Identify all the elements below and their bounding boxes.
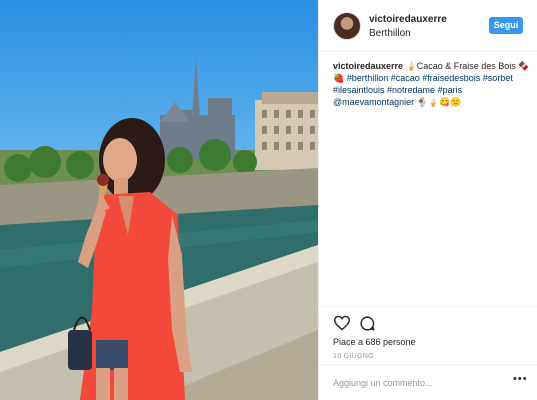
post-header: victoiredauxerre Berthillon Segui	[319, 0, 537, 52]
shoulder-bag	[68, 330, 92, 370]
post-details-panel: victoiredauxerre Berthillon Segui victoi…	[318, 0, 537, 400]
caption-mention-link[interactable]: @maevamontagnier	[333, 97, 414, 107]
caption-hashtags[interactable]: #berthillon #cacao #fraisedesbois #sorbe…	[333, 73, 513, 95]
comment-input[interactable]	[333, 375, 493, 391]
comment-icon[interactable]	[359, 315, 376, 332]
location-link[interactable]: Berthillon	[369, 28, 411, 39]
post-photo[interactable]	[0, 0, 318, 400]
more-options-icon[interactable]: •••	[513, 373, 528, 385]
caption-username-link[interactable]: victoiredauxerre	[333, 61, 403, 71]
comment-bar: •••	[319, 364, 537, 400]
heart-icon[interactable]	[333, 315, 351, 331]
parisian-buildings	[255, 92, 318, 170]
avatar[interactable]	[333, 12, 361, 40]
photo-scene	[0, 58, 318, 400]
follow-button[interactable]: Segui	[489, 17, 523, 34]
post-caption: victoiredauxerre 🍦Cacao & Fraise des Boi…	[333, 60, 531, 108]
likes-count[interactable]: Piace a 686 persone	[333, 337, 416, 347]
username-link[interactable]: victoiredauxerre	[369, 14, 447, 25]
post-date: 10 GIUGNO	[333, 353, 374, 360]
caption-emoji-tail: 🍨🍦😋🙂	[414, 97, 462, 107]
ice-cream-scoop	[97, 174, 109, 186]
